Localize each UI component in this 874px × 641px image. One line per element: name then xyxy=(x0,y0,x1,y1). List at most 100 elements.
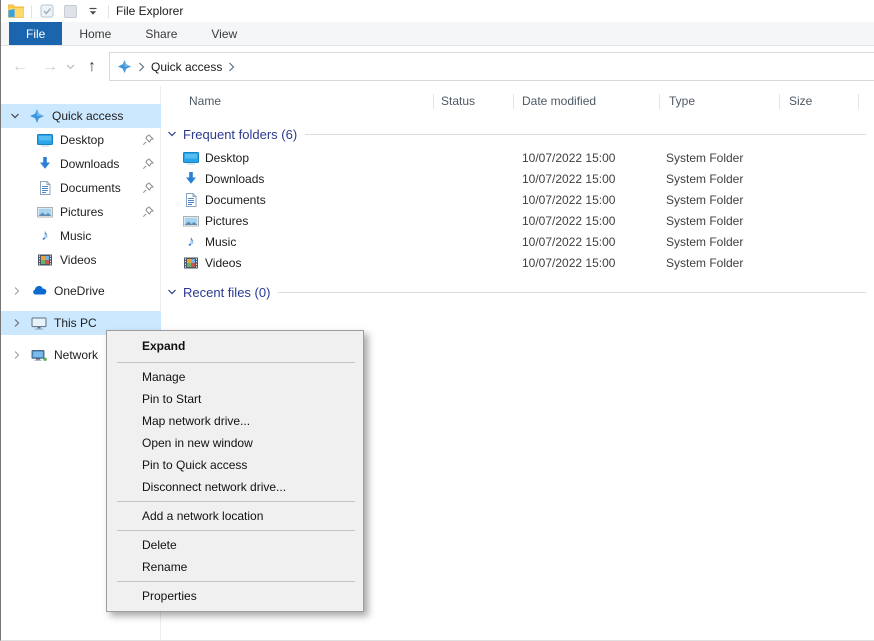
sidebar-item-music[interactable]: ♪ Music xyxy=(1,224,161,248)
file-name[interactable]: Documents xyxy=(205,190,266,211)
chevron-down-icon[interactable] xyxy=(167,287,177,297)
qat-customize-dropdown-icon[interactable] xyxy=(85,3,101,19)
back-icon: ← xyxy=(12,58,28,76)
file-name[interactable]: Pictures xyxy=(205,211,248,232)
group-header-recent-files[interactable]: Recent files (0) xyxy=(167,281,866,303)
sidebar-item-downloads[interactable]: Downloads xyxy=(1,152,161,176)
back-button[interactable]: ← xyxy=(7,47,33,86)
menu-separator xyxy=(117,581,355,582)
menu-item-manage[interactable]: Manage xyxy=(107,366,363,388)
breadcrumb-chevron-icon[interactable] xyxy=(228,62,235,72)
file-name[interactable]: Desktop xyxy=(205,148,249,169)
downloads-icon xyxy=(183,171,199,187)
videos-icon xyxy=(37,252,53,268)
file-name[interactable]: Videos xyxy=(205,253,241,274)
file-explorer-window: File Explorer File Home Share View ← → ↑… xyxy=(0,0,874,641)
file-row-music[interactable]: ♪ Music 10/07/2022 15:00 System Folder xyxy=(162,232,874,253)
breadcrumb[interactable]: Quick access xyxy=(109,52,874,81)
column-divider[interactable] xyxy=(513,94,514,109)
menu-item-properties[interactable]: Properties xyxy=(107,585,363,607)
file-date-modified: 10/07/2022 15:00 xyxy=(522,232,615,253)
forward-icon: → xyxy=(42,58,58,76)
sidebar-item-label: Desktop xyxy=(60,133,104,147)
videos-icon xyxy=(183,255,199,271)
column-divider[interactable] xyxy=(433,94,434,109)
pin-icon xyxy=(142,206,154,218)
forward-button[interactable]: → xyxy=(37,47,63,86)
breadcrumb-chevron-icon[interactable] xyxy=(138,62,145,72)
recent-locations-button[interactable] xyxy=(63,47,77,86)
sidebar-item-videos[interactable]: Videos xyxy=(1,248,161,272)
file-row-downloads[interactable]: Downloads 10/07/2022 15:00 System Folder xyxy=(162,169,874,190)
file-type: System Folder xyxy=(666,148,743,169)
pictures-icon xyxy=(183,213,199,229)
sidebar-item-documents[interactable]: Documents xyxy=(1,176,161,200)
tab-share[interactable]: Share xyxy=(128,22,194,45)
file-row-documents[interactable]: Documents 10/07/2022 15:00 System Folder xyxy=(162,190,874,211)
quick-access-star-icon xyxy=(117,59,132,74)
menu-item-rename[interactable]: Rename xyxy=(107,556,363,578)
menu-item-open-in-new-window[interactable]: Open in new window xyxy=(107,432,363,454)
address-bar: ← → ↑ Quick access xyxy=(1,47,874,86)
tab-file[interactable]: File xyxy=(9,22,62,45)
sidebar-item-label: Music xyxy=(60,229,91,243)
column-header-date-modified[interactable]: Date modified xyxy=(522,88,596,114)
sidebar-item-label: OneDrive xyxy=(54,284,105,298)
menu-item-delete[interactable]: Delete xyxy=(107,534,363,556)
group-header-frequent-folders[interactable]: Frequent folders (6) xyxy=(167,123,866,145)
chevron-down-icon[interactable] xyxy=(167,129,177,139)
menu-item-add-network-location[interactable]: Add a network location xyxy=(107,505,363,527)
sidebar-item-pictures[interactable]: Pictures xyxy=(1,200,161,224)
music-note-icon: ♪ xyxy=(183,234,199,250)
chevron-down-icon[interactable] xyxy=(9,111,21,121)
column-header-type[interactable]: Type xyxy=(669,88,695,114)
file-row-pictures[interactable]: Pictures 10/07/2022 15:00 System Folder xyxy=(162,211,874,232)
desktop-icon xyxy=(183,150,199,166)
column-divider[interactable] xyxy=(779,94,780,109)
tab-view[interactable]: View xyxy=(194,22,254,45)
column-header-name[interactable]: Name xyxy=(189,88,221,114)
window-title: File Explorer xyxy=(116,4,183,18)
qat-new-folder-icon[interactable] xyxy=(62,3,78,19)
desktop-icon xyxy=(37,132,53,148)
column-header-size[interactable]: Size xyxy=(789,88,812,114)
pin-icon xyxy=(142,158,154,170)
breadcrumb-location[interactable]: Quick access xyxy=(151,60,222,74)
file-name[interactable]: Downloads xyxy=(205,169,264,190)
menu-item-disconnect-network-drive[interactable]: Disconnect network drive... xyxy=(107,476,363,498)
sidebar-item-label: Videos xyxy=(60,253,96,267)
menu-item-pin-to-quick-access[interactable]: Pin to Quick access xyxy=(107,454,363,476)
sidebar-item-desktop[interactable]: Desktop xyxy=(1,128,161,152)
file-name[interactable]: Music xyxy=(205,232,236,253)
menu-item-map-network-drive[interactable]: Map network drive... xyxy=(107,410,363,432)
this-pc-monitor-icon xyxy=(31,315,47,331)
group-rule xyxy=(305,134,866,135)
qat-properties-icon[interactable] xyxy=(39,3,55,19)
sidebar-item-label: Documents xyxy=(60,181,121,195)
column-headers: Name Status Date modified Type Size xyxy=(162,88,874,114)
tab-home[interactable]: Home xyxy=(62,22,128,45)
up-button[interactable]: ↑ xyxy=(79,47,105,86)
file-date-modified: 10/07/2022 15:00 xyxy=(522,148,615,169)
file-type: System Folder xyxy=(666,232,743,253)
file-type: System Folder xyxy=(666,211,743,232)
column-divider[interactable] xyxy=(659,94,660,109)
chevron-right-icon[interactable] xyxy=(11,286,23,296)
pin-icon xyxy=(142,134,154,146)
column-divider[interactable] xyxy=(858,94,859,109)
onedrive-cloud-icon xyxy=(31,283,47,299)
titlebar-separator xyxy=(108,5,109,18)
file-row-desktop[interactable]: Desktop 10/07/2022 15:00 System Folder xyxy=(162,148,874,169)
file-row-videos[interactable]: Videos 10/07/2022 15:00 System Folder xyxy=(162,253,874,274)
menu-item-pin-to-start[interactable]: Pin to Start xyxy=(107,388,363,410)
menu-item-expand[interactable]: Expand xyxy=(107,334,363,359)
chevron-right-icon[interactable] xyxy=(11,350,23,360)
titlebar: File Explorer xyxy=(1,0,874,22)
titlebar-separator xyxy=(31,5,32,18)
sidebar-item-quick-access[interactable]: Quick access xyxy=(1,104,161,128)
sidebar-item-onedrive[interactable]: OneDrive xyxy=(1,279,161,303)
column-header-status[interactable]: Status xyxy=(441,88,475,114)
up-icon: ↑ xyxy=(88,58,96,76)
documents-icon xyxy=(37,180,53,196)
chevron-right-icon[interactable] xyxy=(11,318,23,328)
